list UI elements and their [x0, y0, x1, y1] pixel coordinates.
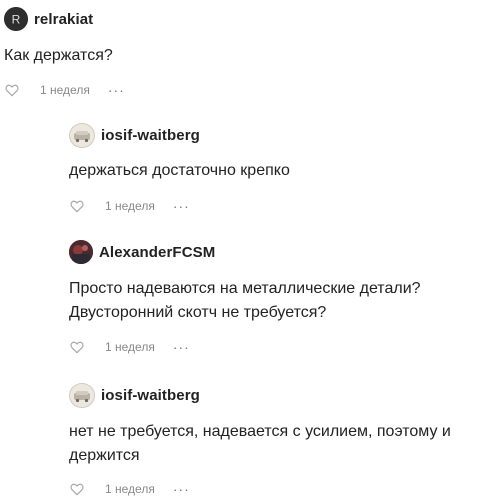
comment-meta: 1 неделя ··· [69, 479, 502, 499]
username[interactable]: AlexanderFCSM [99, 244, 215, 261]
comment-text: Просто надеваются на металлические детал… [69, 277, 502, 325]
reply-comment: AlexanderFCSM Просто надеваются на метал… [69, 239, 502, 357]
avatar[interactable] [69, 122, 95, 148]
avatar-letter: R [12, 13, 21, 27]
comment-text: нет не требуется, надевается с усилием, … [69, 420, 502, 468]
comment-text-line: держится [69, 447, 140, 464]
comment-header: iosif-waitberg [69, 382, 502, 408]
comment-meta: 1 неделя ··· [4, 80, 502, 100]
comment: R relrakiat Как держатся? 1 неделя ··· [4, 6, 502, 100]
avatar[interactable]: R [4, 7, 28, 31]
username[interactable]: iosif-waitberg [101, 127, 200, 144]
comment-meta: 1 неделя ··· [69, 337, 502, 357]
username[interactable]: relrakiat [34, 11, 93, 28]
comment-header: AlexanderFCSM [69, 239, 502, 265]
reply-comment: iosif-waitberg нет не требуется, надевае… [69, 382, 502, 499]
comment-date: 1 неделя [40, 83, 90, 97]
more-options-icon[interactable]: ··· [173, 340, 190, 354]
comment-date: 1 неделя [105, 340, 155, 354]
username[interactable]: iosif-waitberg [101, 387, 200, 404]
comment-date: 1 неделя [105, 199, 155, 213]
comment-meta: 1 неделя ··· [69, 196, 502, 216]
like-heart-icon[interactable] [69, 198, 85, 214]
more-options-icon[interactable]: ··· [173, 482, 190, 496]
comment-text: держаться достаточно крепко [69, 162, 290, 179]
like-heart-icon[interactable] [4, 82, 20, 98]
more-options-icon[interactable]: ··· [108, 83, 125, 97]
comment-date: 1 неделя [105, 482, 155, 496]
comment-text-line: нет не требуется, надевается с усилием, … [69, 423, 451, 440]
more-options-icon[interactable]: ··· [173, 199, 190, 213]
avatar[interactable] [69, 240, 93, 264]
like-heart-icon[interactable] [69, 481, 85, 497]
like-heart-icon[interactable] [69, 339, 85, 355]
reply-comment: iosif-waitberg держаться достаточно креп… [69, 122, 502, 216]
comment-text-line: Двусторонний скотч не требуется? [69, 304, 327, 321]
comment-text: Как держатся? [4, 47, 113, 64]
comment-header: iosif-waitberg [69, 122, 502, 148]
comment-text-line: Просто надеваются на металлические детал… [69, 280, 421, 297]
avatar[interactable] [69, 382, 95, 408]
comment-header: R relrakiat [4, 6, 502, 32]
